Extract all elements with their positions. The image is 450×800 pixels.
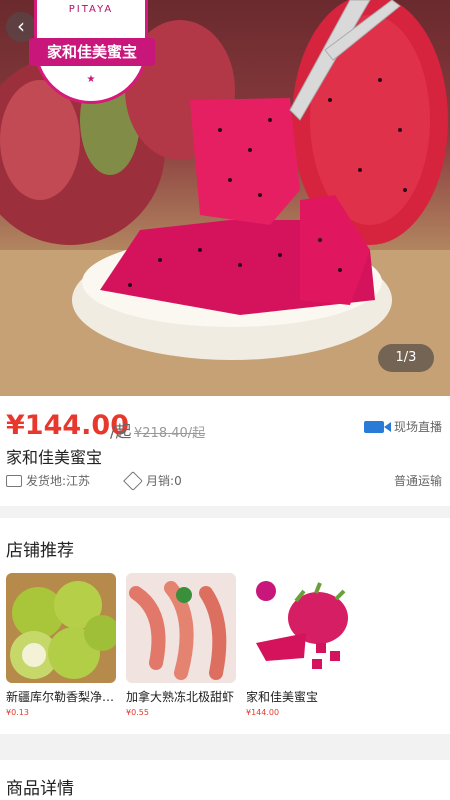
tag-icon bbox=[123, 470, 143, 491]
recommend-name: 新疆库尔勒香梨净… bbox=[6, 690, 115, 704]
live-stream-button[interactable]: 现场直播 bbox=[363, 418, 442, 435]
ship-from: 发货地:江苏 bbox=[26, 474, 91, 488]
monthly-sales: 月销:0 bbox=[146, 474, 182, 488]
shop-recommendations: 店铺推荐 新疆库尔勒香梨净… ¥0.13 加拿大熟冻北极甜虾 ¥0.55 家和佳… bbox=[0, 518, 450, 734]
recommend-name: 家和佳美蜜宝 bbox=[246, 690, 319, 704]
page-indicator: 1/3 bbox=[378, 344, 434, 372]
truck-icon bbox=[6, 474, 22, 487]
recommend-card[interactable]: 加拿大熟冻北极甜虾 ¥0.55 bbox=[126, 573, 236, 717]
product-thumbnail bbox=[6, 573, 116, 683]
star-icon: ★ bbox=[86, 74, 96, 85]
logo-top-text: PITAYA bbox=[68, 4, 114, 15]
recommend-price: ¥0.13 bbox=[6, 708, 29, 717]
section-title: 商品详情 bbox=[6, 779, 74, 799]
recommend-price: ¥0.55 bbox=[126, 708, 149, 717]
product-thumbnail bbox=[126, 573, 236, 683]
shipping-method: 普通运输 bbox=[393, 474, 442, 488]
product-info: ¥144.00 /起 ¥218.40/起 现场直播 家和佳美蜜宝 发货地:江苏 … bbox=[0, 396, 450, 506]
section-title: 店铺推荐 bbox=[6, 541, 74, 561]
product-detail-section: 商品详情 bbox=[0, 760, 450, 800]
product-thumbnail bbox=[246, 573, 356, 683]
recommend-card[interactable]: 家和佳美蜜宝 ¥144.00 bbox=[246, 573, 356, 717]
live-label: 现场直播 bbox=[393, 420, 442, 434]
original-price: ¥218.40/起 bbox=[134, 426, 206, 441]
recommend-name: 加拿大熟冻北极甜虾 bbox=[126, 690, 235, 704]
video-camera-icon bbox=[363, 420, 384, 433]
product-image-carousel[interactable]: ‹ PITAYA 家和佳美蜜宝 ★ 1/3 bbox=[0, 0, 450, 396]
logo-band-text: 家和佳美蜜宝 bbox=[29, 38, 155, 66]
recommend-card[interactable]: 新疆库尔勒香梨净… ¥0.13 bbox=[6, 573, 116, 717]
product-title: 家和佳美蜜宝 bbox=[6, 448, 103, 467]
recommend-price: ¥144.00 bbox=[246, 708, 280, 717]
product-meta: 发货地:江苏 月销:0 bbox=[6, 470, 182, 491]
price-unit: /起 bbox=[110, 422, 132, 441]
